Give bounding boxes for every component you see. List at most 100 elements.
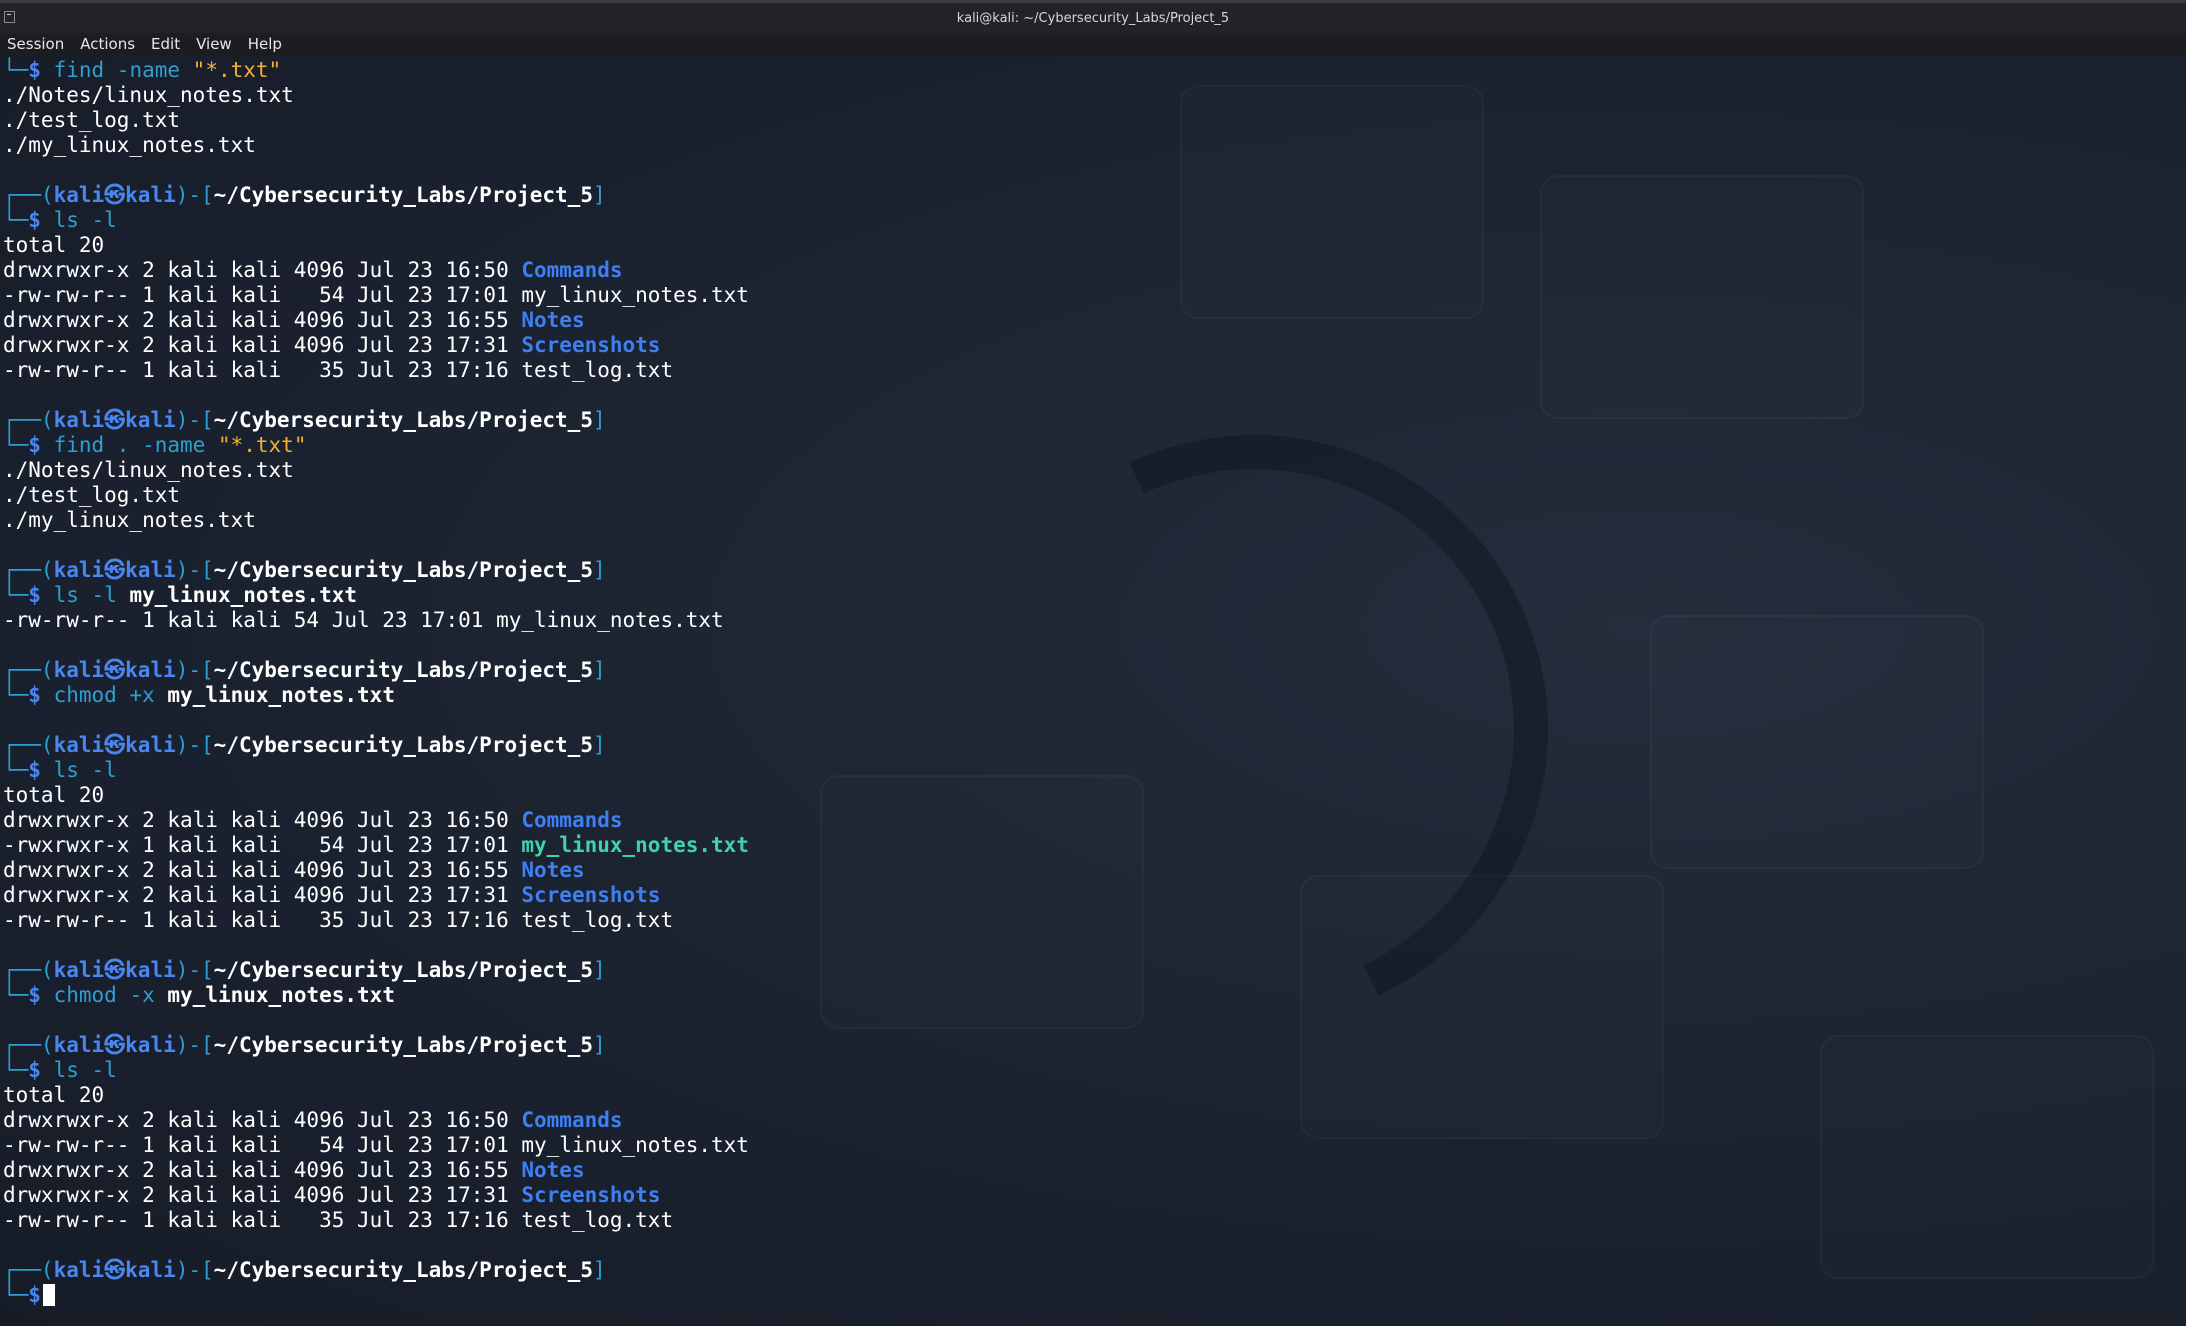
output-text: ./test_log.txt [3, 483, 181, 507]
prompt-user: kali [53, 408, 105, 432]
output-text: -rw-rw-r-- 1 kali kali 35 Jul 23 17:16 t… [3, 908, 674, 932]
prompt-frame: )-[ [175, 958, 214, 982]
prompt-path: ~/Cybersecurity_Labs/Project_5 [213, 733, 593, 757]
output-text: -rw-rw-r-- 1 kali kali 35 Jul 23 17:16 t… [3, 358, 674, 382]
command-line: └─$ find . -name "*.txt" [3, 433, 749, 458]
command-text: my_linux_notes.txt [167, 983, 395, 1007]
command-text: ls -l [53, 583, 130, 607]
output-text: Screenshots [521, 1183, 661, 1207]
output-text: total 20 [3, 783, 105, 807]
prompt-host: kali [125, 558, 176, 582]
output-text: total 20 [3, 233, 105, 257]
prompt-frame: ] [592, 408, 606, 432]
input-line: └─$ [3, 1283, 749, 1308]
prompt-frame: ┌──( [3, 658, 54, 682]
menu-view[interactable]: View [196, 35, 232, 53]
menu-help[interactable]: Help [248, 35, 282, 53]
prompt-path: ~/Cybersecurity_Labs/Project_5 [213, 658, 593, 682]
prompt-line: ┌──(kali㉿kali)-[~/Cybersecurity_Labs/Pro… [3, 1258, 749, 1283]
prompt-line: ┌──(kali㉿kali)-[~/Cybersecurity_Labs/Pro… [3, 408, 749, 433]
prompt-line: ┌──(kali㉿kali)-[~/Cybersecurity_Labs/Pro… [3, 558, 749, 583]
command-text: "*.txt" [217, 433, 307, 457]
prompt-frame: )-[ [175, 183, 214, 207]
output-line: drwxrwxr-x 2 kali kali 4096 Jul 23 17:31… [3, 1183, 749, 1208]
prompt-frame: └─ [3, 583, 29, 607]
prompt-user: kali [53, 733, 105, 757]
prompt-path: ~/Cybersecurity_Labs/Project_5 [213, 958, 593, 982]
menu-edit[interactable]: Edit [151, 35, 180, 53]
terminal-area[interactable]: └─$ find -name "*.txt" ./Notes/linux_note… [0, 55, 2186, 1326]
prompt-user: kali [53, 1033, 105, 1057]
output-text: Commands [521, 808, 623, 832]
prompt-frame: )-[ [175, 1033, 214, 1057]
prompt-frame: └─ [3, 683, 29, 707]
output-text: ./my_linux_notes.txt [3, 508, 256, 532]
prompt-host: kali [125, 1033, 176, 1057]
prompt-line: ┌──(kali㉿kali)-[~/Cybersecurity_Labs/Pro… [3, 733, 749, 758]
command-text: my_linux_notes.txt [129, 583, 358, 607]
prompt-frame: ] [592, 183, 606, 207]
command-text: find . -name [53, 433, 218, 457]
output-line: drwxrwxr-x 2 kali kali 4096 Jul 23 17:31… [3, 333, 749, 358]
command-line: └─$ ls -l my_linux_notes.txt [3, 583, 749, 608]
prompt-separator-icon: ㉿ [104, 1258, 126, 1282]
output-line: total 20 [3, 1083, 749, 1108]
prompt-frame: ┌──( [3, 408, 54, 432]
menu-session[interactable]: Session [7, 35, 64, 53]
prompt-dollar: $ [28, 1058, 54, 1082]
terminal-app-icon[interactable] [4, 11, 15, 23]
command-text: ls -l [53, 758, 117, 782]
command-line: └─$ ls -l [3, 1058, 749, 1083]
prompt-line: ┌──(kali㉿kali)-[~/Cybersecurity_Labs/Pro… [3, 183, 749, 208]
window-title: kali@kali: ~/Cybersecurity_Labs/Project_… [956, 10, 1230, 26]
output-line: -rwxrwxr-x 1 kali kali 54 Jul 23 17:01 m… [3, 833, 749, 858]
prompt-frame: ┌──( [3, 558, 54, 582]
output-text: -rw-rw-r-- 1 kali kali 54 Jul 23 17:01 m… [3, 283, 749, 307]
command-text: find -name [53, 58, 193, 82]
command-text: chmod +x [53, 683, 168, 707]
prompt-dollar: $ [28, 683, 54, 707]
prompt-user: kali [53, 1258, 105, 1282]
background-key-shape [1540, 175, 1864, 419]
prompt-frame: ] [592, 658, 606, 682]
text-cursor[interactable] [42, 1284, 55, 1306]
prompt-path: ~/Cybersecurity_Labs/Project_5 [213, 1258, 593, 1282]
prompt-dollar: $ [28, 433, 54, 457]
prompt-host: kali [125, 958, 176, 982]
output-text: ./test_log.txt [3, 108, 181, 132]
output-text: -rw-rw-r-- 1 kali kali 54 Jul 23 17:01 m… [3, 608, 724, 632]
output-line: drwxrwxr-x 2 kali kali 4096 Jul 23 16:50… [3, 258, 749, 283]
prompt-frame: └─ [3, 208, 29, 232]
prompt-user: kali [53, 558, 105, 582]
prompt-frame: ┌──( [3, 1258, 54, 1282]
output-line: ./Notes/linux_notes.txt [3, 83, 749, 108]
output-line: drwxrwxr-x 2 kali kali 4096 Jul 23 16:50… [3, 808, 749, 833]
command-line: └─$ chmod -x my_linux_notes.txt [3, 983, 749, 1008]
background-key-shape [1180, 85, 1484, 319]
output-text: -rw-rw-r-- 1 kali kali 35 Jul 23 17:16 t… [3, 1208, 674, 1232]
prompt-path: ~/Cybersecurity_Labs/Project_5 [213, 183, 593, 207]
output-text: Notes [521, 308, 585, 332]
output-line: -rw-rw-r-- 1 kali kali 54 Jul 23 17:01 m… [3, 608, 749, 633]
output-text: ./Notes/linux_notes.txt [3, 83, 294, 107]
prompt-path: ~/Cybersecurity_Labs/Project_5 [213, 558, 593, 582]
output-text: -rw-rw-r-- 1 kali kali 54 Jul 23 17:01 m… [3, 1133, 749, 1157]
command-line: └─$ chmod +x my_linux_notes.txt [3, 683, 749, 708]
prompt-frame: ] [592, 558, 606, 582]
prompt-user: kali [53, 958, 105, 982]
command-text: ls -l [53, 208, 117, 232]
prompt-frame: ┌──( [3, 183, 54, 207]
prompt-dollar: $ [28, 1283, 41, 1307]
output-text: drwxrwxr-x 2 kali kali 4096 Jul 23 17:31 [3, 333, 522, 357]
output-line: ./my_linux_notes.txt [3, 508, 749, 533]
output-text: ./Notes/linux_notes.txt [3, 458, 294, 482]
output-line: drwxrwxr-x 2 kali kali 4096 Jul 23 16:55… [3, 308, 749, 333]
menu-actions[interactable]: Actions [80, 35, 135, 53]
background-key-shape [1650, 615, 1984, 869]
command-text: ls -l [53, 1058, 117, 1082]
output-text: drwxrwxr-x 2 kali kali 4096 Jul 23 16:55 [3, 858, 522, 882]
prompt-path: ~/Cybersecurity_Labs/Project_5 [213, 408, 593, 432]
prompt-frame: )-[ [175, 733, 214, 757]
